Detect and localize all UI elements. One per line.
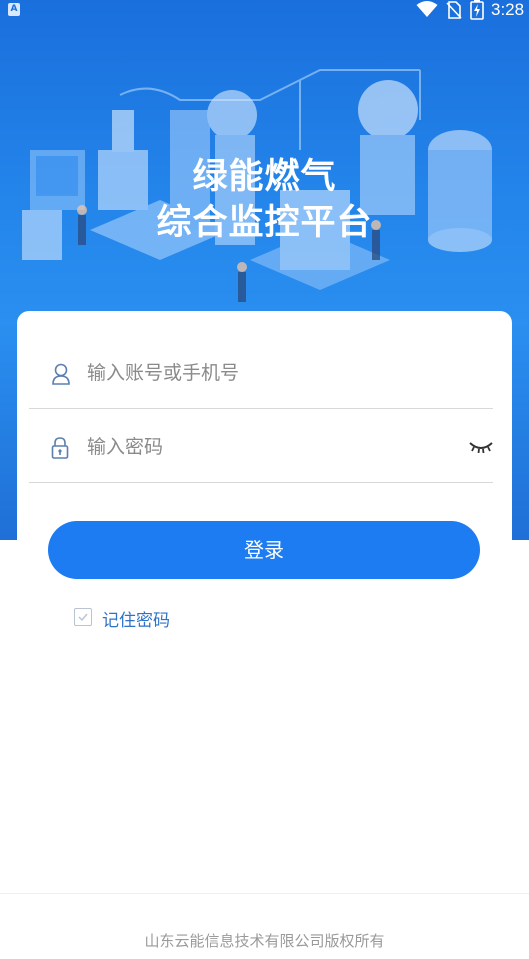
login-button[interactable]: 登录 (48, 521, 480, 579)
wifi-icon (416, 1, 438, 17)
password-input[interactable] (87, 429, 447, 465)
eye-closed-icon[interactable] (469, 441, 493, 453)
checkbox-box[interactable] (74, 608, 92, 626)
status-time: 3:28 (491, 0, 525, 19)
username-field-row (29, 335, 493, 409)
status-bar: A 3:28 (0, 0, 529, 20)
app-notification-icon: A (8, 3, 20, 16)
copyright-text: 山东云能信息技术有限公司版权所有 (144, 932, 385, 950)
no-sim-icon (446, 1, 462, 19)
login-card (17, 311, 512, 959)
app-title-line2: 综合监控平台 (156, 203, 373, 243)
battery-charging-icon (470, 0, 484, 20)
username-input[interactable] (87, 355, 447, 391)
app-title-line1: 绿能燃气 (192, 157, 337, 197)
lock-icon (51, 437, 69, 459)
check-icon (78, 613, 88, 622)
password-field-row (29, 409, 493, 483)
user-icon (52, 363, 70, 385)
remember-password-label[interactable]: 记住密码 (102, 606, 170, 631)
footer-divider (0, 893, 529, 894)
